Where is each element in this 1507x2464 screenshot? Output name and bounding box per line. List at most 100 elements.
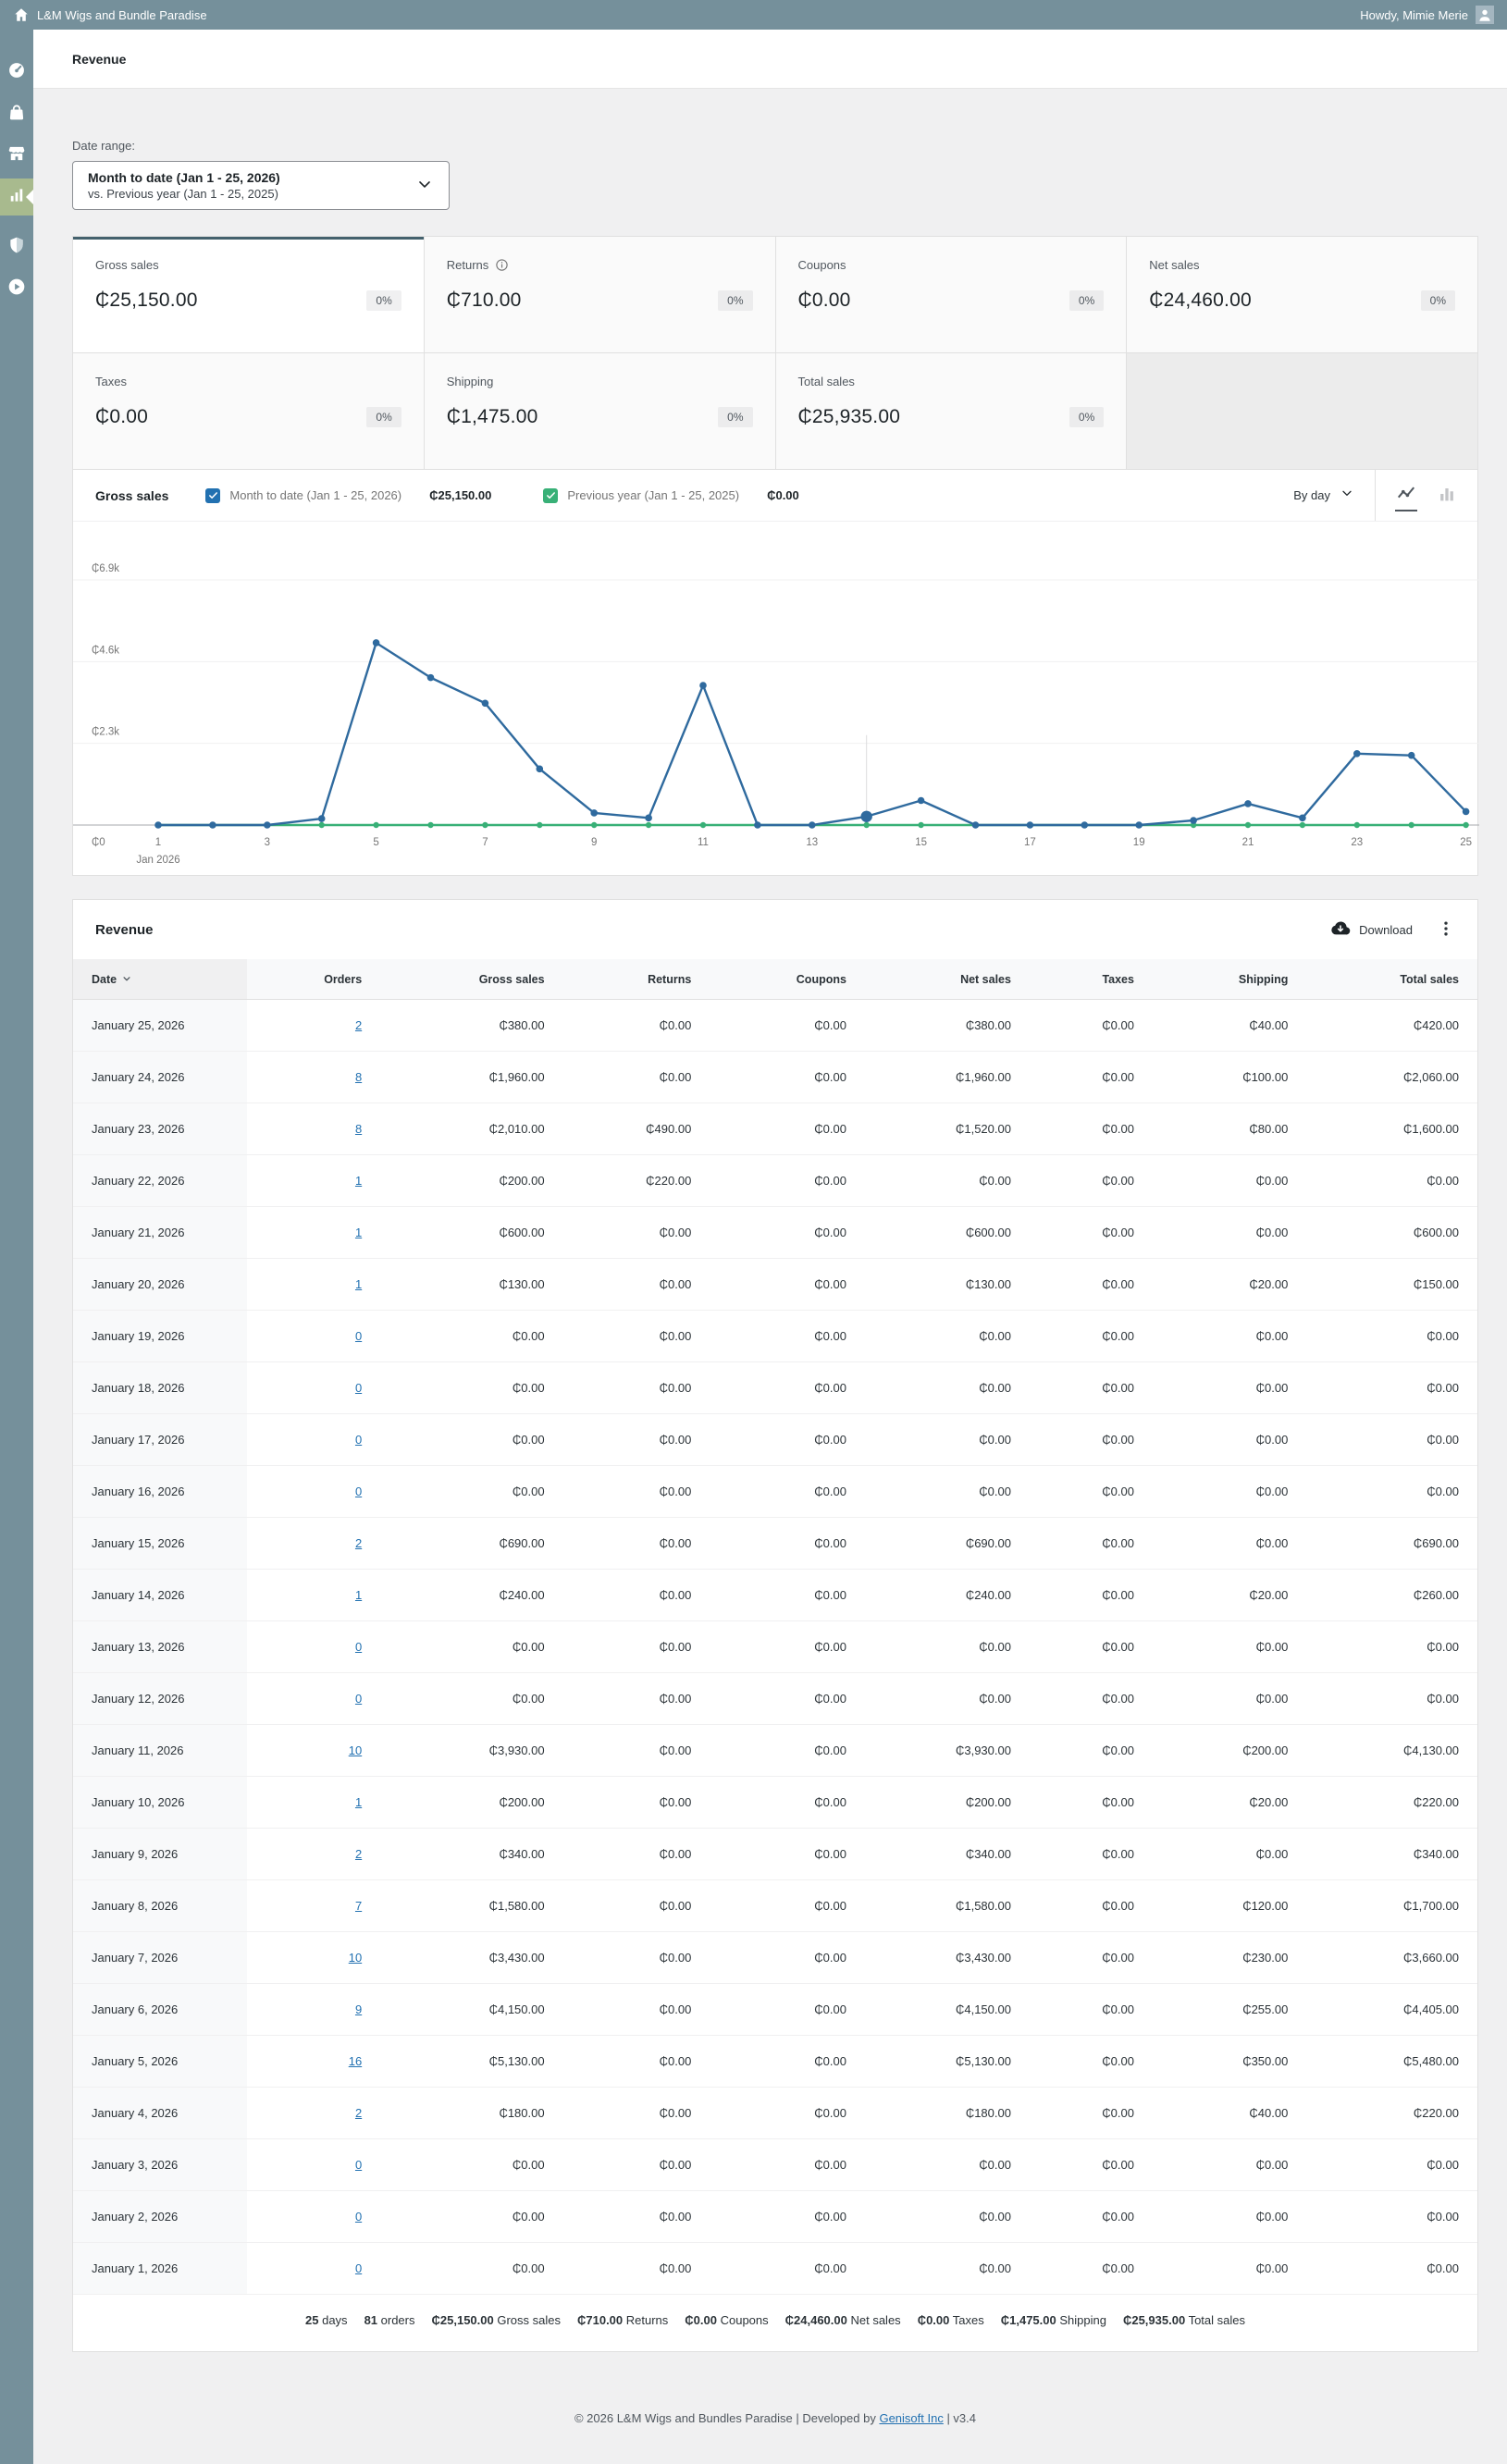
value-cell: ₵0.00 xyxy=(1030,1518,1153,1570)
bar-chart-toggle[interactable] xyxy=(1429,478,1464,513)
value-cell: ₵255.00 xyxy=(1153,1984,1306,2036)
chart-legend-item[interactable]: Previous year (Jan 1 - 25, 2025) ₵0.00 xyxy=(543,488,798,503)
value-cell: ₵150.00 xyxy=(1306,1259,1477,1311)
stat-tile[interactable]: Net sales ₵24,460.00 0% xyxy=(1127,237,1477,352)
orders-link[interactable]: 2 xyxy=(355,1018,362,1032)
stat-label: Total sales xyxy=(798,375,855,388)
value-cell: ₵0.00 xyxy=(710,1621,865,1673)
orders-cell: 0 xyxy=(247,1414,380,1466)
column-header: Gross sales xyxy=(380,959,562,1000)
sidebar-item-security[interactable] xyxy=(0,228,33,265)
orders-cell: 7 xyxy=(247,1880,380,1932)
interval-select[interactable]: By day xyxy=(1273,470,1375,521)
info-icon xyxy=(495,258,509,272)
developer-link[interactable]: Genisoft Inc xyxy=(879,2411,943,2425)
value-cell: ₵1,960.00 xyxy=(380,1052,562,1103)
date-range-section: Date range: Month to date (Jan 1 - 25, 2… xyxy=(72,139,1478,210)
sidebar-item-dashboard[interactable] xyxy=(0,54,33,91)
sidebar-item-analytics[interactable] xyxy=(0,179,33,216)
orders-link[interactable]: 0 xyxy=(355,1329,362,1343)
orders-link[interactable]: 0 xyxy=(355,2158,362,2172)
orders-link[interactable]: 8 xyxy=(355,1070,362,1084)
chart-plot[interactable]: ₵6.9k₵4.6k₵2.3k₵0135791113151719212325Ja… xyxy=(73,522,1477,875)
howdy-text[interactable]: Howdy, Mimie Merie xyxy=(1360,8,1468,22)
value-cell: ₵690.00 xyxy=(865,1518,1030,1570)
avatar[interactable] xyxy=(1476,6,1494,24)
kebab-menu-button[interactable] xyxy=(1437,919,1455,941)
checkbox-icon[interactable] xyxy=(543,488,558,503)
value-cell: ₵0.00 xyxy=(1153,1621,1306,1673)
sidebar-item-store[interactable] xyxy=(0,137,33,174)
date-cell: January 16, 2026 xyxy=(73,1466,247,1518)
line-chart-toggle[interactable] xyxy=(1389,478,1424,513)
date-cell: January 14, 2026 xyxy=(73,1570,247,1621)
orders-link[interactable]: 0 xyxy=(355,2210,362,2224)
column-header: Orders xyxy=(247,959,380,1000)
orders-link[interactable]: 9 xyxy=(355,2002,362,2016)
value-cell: ₵0.00 xyxy=(1306,1673,1477,1725)
checkbox-icon[interactable] xyxy=(205,488,220,503)
orders-link[interactable]: 1 xyxy=(355,1174,362,1188)
value-cell: ₵350.00 xyxy=(1153,2036,1306,2088)
orders-link[interactable]: 0 xyxy=(355,2261,362,2275)
home-icon[interactable] xyxy=(13,6,30,23)
orders-link[interactable]: 16 xyxy=(349,2054,362,2068)
admin-sidebar xyxy=(0,30,33,2464)
orders-link[interactable]: 1 xyxy=(355,1226,362,1239)
value-cell: ₵0.00 xyxy=(1306,2191,1477,2243)
stat-tile[interactable]: Coupons ₵0.00 0% xyxy=(776,237,1127,352)
column-header-date-sort[interactable]: Date xyxy=(73,959,247,1000)
stat-tile[interactable]: Shipping ₵1,475.00 0% xyxy=(425,353,775,469)
orders-link[interactable]: 0 xyxy=(355,1433,362,1447)
value-cell: ₵0.00 xyxy=(1030,1880,1153,1932)
orders-link[interactable]: 1 xyxy=(355,1795,362,1809)
date-cell: January 22, 2026 xyxy=(73,1155,247,1207)
svg-text:3: 3 xyxy=(265,837,270,848)
value-cell: ₵1,700.00 xyxy=(1306,1880,1477,1932)
orders-link[interactable]: 2 xyxy=(355,1847,362,1861)
value-cell: ₵0.00 xyxy=(1030,1621,1153,1673)
sidebar-item-products[interactable] xyxy=(0,95,33,132)
value-cell: ₵0.00 xyxy=(710,1000,865,1052)
value-cell: ₵0.00 xyxy=(563,1984,710,2036)
value-cell: ₵0.00 xyxy=(563,2191,710,2243)
orders-link[interactable]: 0 xyxy=(355,1485,362,1498)
value-cell: ₵0.00 xyxy=(1306,1621,1477,1673)
orders-link[interactable]: 7 xyxy=(355,1899,362,1913)
orders-link[interactable]: 8 xyxy=(355,1122,362,1136)
orders-link[interactable]: 10 xyxy=(349,1743,362,1757)
orders-link[interactable]: 0 xyxy=(355,1640,362,1654)
orders-link[interactable]: 2 xyxy=(355,1536,362,1550)
value-cell: ₵600.00 xyxy=(1306,1207,1477,1259)
stat-tile[interactable]: Total sales ₵25,935.00 0% xyxy=(776,353,1127,469)
value-cell: ₵3,430.00 xyxy=(865,1932,1030,1984)
value-cell: ₵0.00 xyxy=(1153,2243,1306,2295)
value-cell: ₵0.00 xyxy=(1030,2191,1153,2243)
download-button[interactable]: Download xyxy=(1330,918,1413,942)
summary-item: ₵710.00 Returns xyxy=(577,2313,668,2327)
orders-link[interactable]: 2 xyxy=(355,2106,362,2120)
stat-tile[interactable]: Taxes ₵0.00 0% xyxy=(73,353,424,469)
date-range-dropdown[interactable]: Month to date (Jan 1 - 25, 2026) vs. Pre… xyxy=(72,161,450,210)
chart-legend-item[interactable]: Month to date (Jan 1 - 25, 2026) ₵25,150… xyxy=(205,488,491,503)
table-row: January 5, 202616₵5,130.00₵0.00₵0.00₵5,1… xyxy=(73,2036,1477,2088)
site-name[interactable]: L&M Wigs and Bundle Paradise xyxy=(37,8,207,22)
orders-link[interactable]: 0 xyxy=(355,1381,362,1395)
value-cell: ₵0.00 xyxy=(710,1880,865,1932)
delta-badge: 0% xyxy=(366,290,401,311)
orders-link[interactable]: 1 xyxy=(355,1588,362,1602)
orders-link[interactable]: 1 xyxy=(355,1277,362,1291)
orders-cell: 0 xyxy=(247,1362,380,1414)
value-cell: ₵3,660.00 xyxy=(1306,1932,1477,1984)
orders-link[interactable]: 0 xyxy=(355,1692,362,1706)
orders-link[interactable]: 10 xyxy=(349,1951,362,1965)
value-cell: ₵40.00 xyxy=(1153,1000,1306,1052)
sidebar-item-media[interactable] xyxy=(0,270,33,307)
stat-tile[interactable]: Returns ₵710.00 0% xyxy=(425,237,775,352)
value-cell: ₵1,600.00 xyxy=(1306,1103,1477,1155)
stat-tile[interactable]: Gross sales ₵25,150.00 0% xyxy=(73,237,424,352)
svg-text:₵2.3k: ₵2.3k xyxy=(92,727,119,738)
table-row: January 23, 20268₵2,010.00₵490.00₵0.00₵1… xyxy=(73,1103,1477,1155)
value-cell: ₵0.00 xyxy=(563,2139,710,2191)
value-cell: ₵0.00 xyxy=(710,2243,865,2295)
